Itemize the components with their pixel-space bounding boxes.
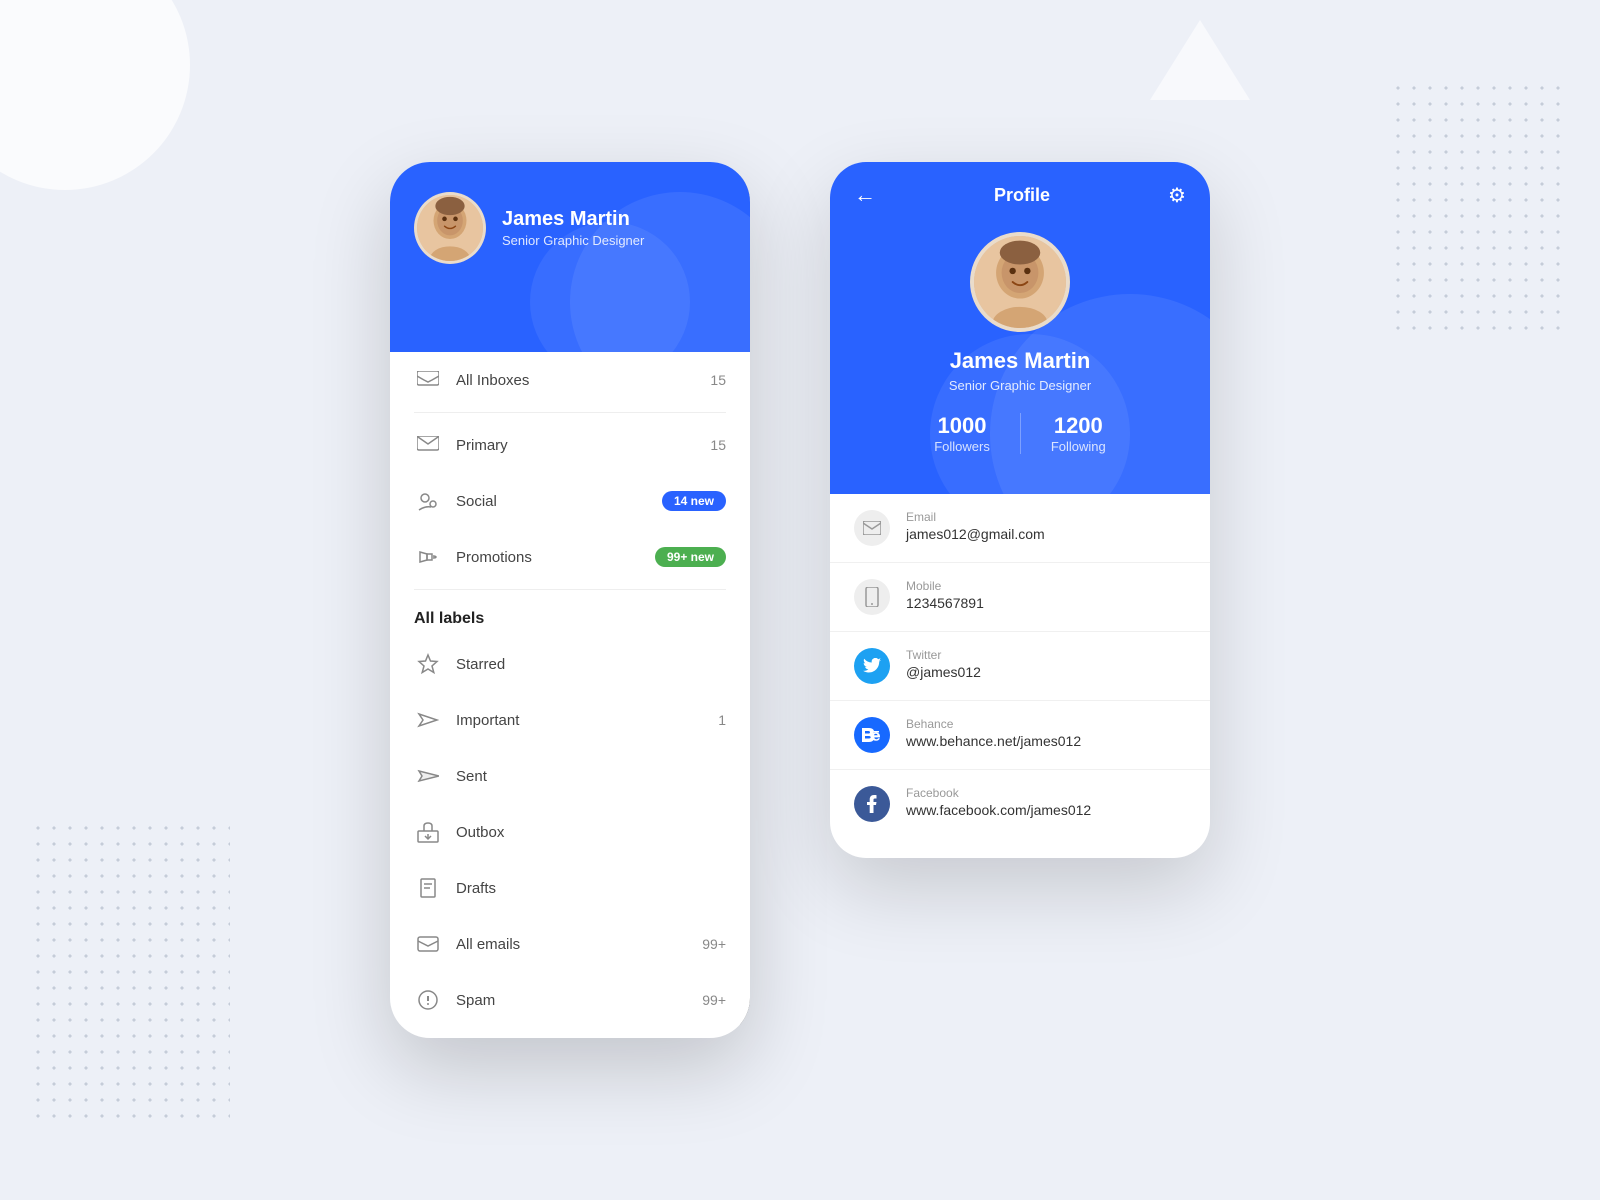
sent-label: Sent	[456, 768, 726, 785]
profile-info: James Martin Senior Graphic Designer	[502, 208, 644, 248]
followers-label: Followers	[934, 439, 990, 454]
profile-name: James Martin	[502, 208, 644, 231]
menu-item-all-emails[interactable]: All emails 99+	[390, 916, 750, 972]
drafts-label: Drafts	[456, 880, 726, 897]
all-inboxes-label: All Inboxes	[456, 372, 710, 389]
avatar	[414, 192, 486, 264]
important-label: Important	[456, 712, 718, 729]
mobile-value: 1234567891	[906, 595, 984, 611]
promotions-label: Promotions	[456, 549, 655, 566]
starred-label: Starred	[456, 656, 726, 673]
profile-title: Profile	[994, 185, 1050, 206]
social-icon	[414, 487, 442, 515]
email-icon	[414, 431, 442, 459]
email-value: james012@gmail.com	[906, 526, 1045, 542]
profile-role: Senior Graphic Designer	[502, 233, 644, 248]
profile-topbar: ← Profile ⚙	[854, 182, 1186, 208]
twitter-contact-icon	[854, 648, 890, 684]
settings-button[interactable]: ⚙	[1168, 183, 1186, 208]
menu-item-outbox[interactable]: Outbox	[390, 804, 750, 860]
behance-info: Behance www.behance.net/james012	[906, 717, 1081, 749]
social-label: Social	[456, 493, 662, 510]
divider-1	[414, 412, 726, 413]
profile-name-right: James Martin	[854, 348, 1186, 374]
back-button[interactable]: ←	[854, 182, 876, 208]
menu-item-sent[interactable]: Sent	[390, 748, 750, 804]
phone-left: James Martin Senior Graphic Designer All…	[390, 162, 750, 1038]
promotions-icon	[414, 543, 442, 571]
left-phone-header: James Martin Senior Graphic Designer	[390, 162, 750, 352]
email-info: Email james012@gmail.com	[906, 510, 1045, 542]
contact-section: Email james012@gmail.com Mobile 12345678…	[830, 494, 1210, 858]
email-contact-icon	[854, 510, 890, 546]
star-icon	[414, 650, 442, 678]
promotions-badge: 99+ new	[655, 547, 726, 567]
behance-contact-icon	[854, 717, 890, 753]
bg-dots-right	[1390, 80, 1570, 330]
primary-label: Primary	[456, 437, 710, 454]
outbox-icon	[414, 818, 442, 846]
contact-email[interactable]: Email james012@gmail.com	[830, 494, 1210, 563]
menu-item-promotions[interactable]: Promotions 99+ new	[390, 529, 750, 585]
following-label: Following	[1051, 439, 1106, 454]
spam-count: 99+	[702, 992, 726, 1008]
twitter-info: Twitter @james012	[906, 648, 981, 680]
contact-behance[interactable]: Behance www.behance.net/james012	[830, 701, 1210, 770]
mobile-info: Mobile 1234567891	[906, 579, 984, 611]
all-emails-count: 99+	[702, 936, 726, 952]
following-count: 1200	[1051, 413, 1106, 439]
menu-item-starred[interactable]: Starred	[390, 636, 750, 692]
important-count: 1	[718, 712, 726, 728]
mobile-label: Mobile	[906, 579, 984, 593]
profile-role-right: Senior Graphic Designer	[854, 378, 1186, 393]
email-label: Email	[906, 510, 1045, 524]
stats-row: 1000 Followers 1200 Following	[854, 413, 1186, 454]
drafts-icon	[414, 874, 442, 902]
all-labels-title: All labels	[390, 594, 750, 636]
menu-item-primary[interactable]: Primary 15	[390, 417, 750, 473]
facebook-label: Facebook	[906, 786, 1091, 800]
contact-twitter[interactable]: Twitter @james012	[830, 632, 1210, 701]
bg-triangle	[1150, 20, 1250, 100]
menu-item-spam[interactable]: Spam 99+	[390, 972, 750, 1028]
inbox-icon	[414, 366, 442, 394]
bg-dots-left	[30, 820, 230, 1120]
divider-2	[414, 589, 726, 590]
profile-row: James Martin Senior Graphic Designer	[414, 192, 726, 264]
bg-circle-left	[0, 0, 190, 190]
important-icon	[414, 706, 442, 734]
menu-section: All Inboxes 15 Primary 15	[390, 352, 750, 1038]
social-badge: 14 new	[662, 491, 726, 511]
facebook-contact-icon	[854, 786, 890, 822]
profile-avatar-large	[970, 232, 1070, 332]
facebook-value: www.facebook.com/james012	[906, 802, 1091, 818]
behance-value: www.behance.net/james012	[906, 733, 1081, 749]
all-emails-icon	[414, 930, 442, 958]
spam-label: Spam	[456, 992, 702, 1009]
outbox-label: Outbox	[456, 824, 726, 841]
phones-container: James Martin Senior Graphic Designer All…	[390, 162, 1210, 1038]
mobile-contact-icon	[854, 579, 890, 615]
menu-item-drafts[interactable]: Drafts	[390, 860, 750, 916]
menu-item-social[interactable]: Social 14 new	[390, 473, 750, 529]
twitter-value: @james012	[906, 664, 981, 680]
profile-header: ← Profile ⚙ James Martin Seni	[830, 162, 1210, 494]
followers-stat: 1000 Followers	[904, 413, 1021, 454]
menu-item-important[interactable]: Important 1	[390, 692, 750, 748]
phone-right: ← Profile ⚙ James Martin Seni	[830, 162, 1210, 858]
twitter-label: Twitter	[906, 648, 981, 662]
primary-count: 15	[710, 437, 726, 453]
following-stat: 1200 Following	[1021, 413, 1136, 454]
menu-item-all-inboxes[interactable]: All Inboxes 15	[390, 352, 750, 408]
contact-facebook[interactable]: Facebook www.facebook.com/james012	[830, 770, 1210, 838]
spam-icon	[414, 986, 442, 1014]
sent-icon	[414, 762, 442, 790]
behance-label: Behance	[906, 717, 1081, 731]
facebook-info: Facebook www.facebook.com/james012	[906, 786, 1091, 818]
contact-mobile[interactable]: Mobile 1234567891	[830, 563, 1210, 632]
all-emails-label: All emails	[456, 936, 702, 953]
followers-count: 1000	[934, 413, 990, 439]
all-inboxes-count: 15	[710, 372, 726, 388]
